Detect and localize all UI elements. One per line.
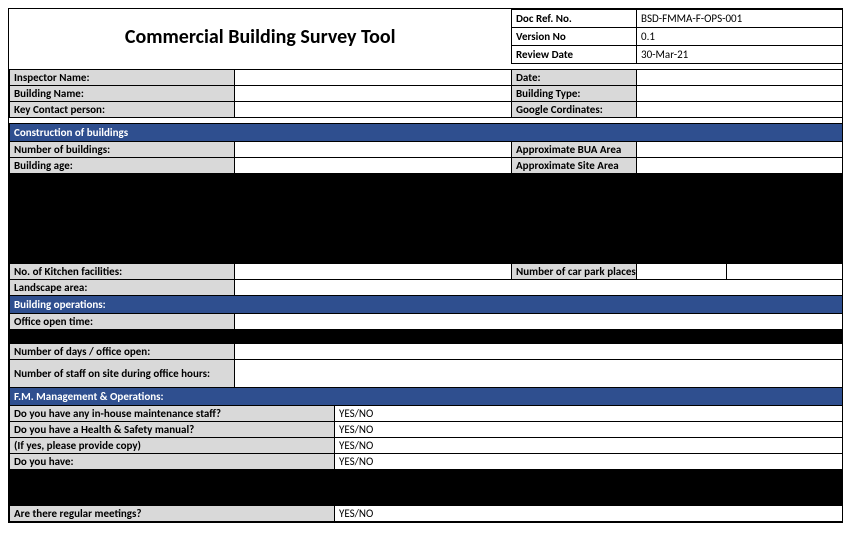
site-area-field[interactable] [637, 158, 843, 174]
inspector-name-field[interactable] [235, 70, 512, 86]
num-buildings-label: Number of buildings: [10, 142, 235, 158]
staff-count-field[interactable] [235, 360, 843, 388]
doc-ref-label: Doc Ref. No. [512, 10, 637, 28]
date-field[interactable] [637, 70, 843, 86]
bua-area-label: Approximate BUA Area [512, 142, 637, 158]
building-name-label: Building Name: [10, 86, 235, 102]
fm-q3-field[interactable]: YES/NO [335, 438, 843, 454]
days-open-field[interactable] [235, 344, 843, 360]
kitchen-label: No. of Kitchen facilities: [10, 264, 235, 280]
num-buildings-field[interactable] [235, 142, 512, 158]
black-block [10, 470, 843, 506]
fm-q1-field[interactable]: YES/NO [335, 406, 843, 422]
section-operations: Building operations: [10, 296, 843, 314]
carpark-field[interactable] [637, 264, 727, 280]
inspector-name-label: Inspector Name: [10, 70, 235, 86]
survey-form: Commercial Building Survey Tool Doc Ref.… [8, 8, 843, 523]
site-area-label: Approximate Site Area [512, 158, 637, 174]
version-label: Version No [512, 28, 637, 46]
landscape-label: Landscape area: [10, 280, 235, 296]
fm-q2-field[interactable]: YES/NO [335, 422, 843, 438]
open-time-label: Office open time: [10, 314, 235, 330]
section-construction: Construction of buildings [10, 124, 843, 142]
staff-count-label: Number of staff on site during office ho… [10, 360, 235, 388]
fm-q5-label: Are there regular meetings? [10, 506, 335, 522]
building-type-label: Building Type: [512, 86, 637, 102]
days-open-label: Number of days / office open: [10, 344, 235, 360]
black-block [10, 174, 843, 264]
fm-q2-label: Do you have a Health & Safety manual? [10, 422, 335, 438]
version-value: 0.1 [637, 28, 843, 46]
fm-q4-label: Do you have: [10, 454, 335, 470]
fm-q1-label: Do you have any in-house maintenance sta… [10, 406, 335, 422]
building-type-field[interactable] [637, 86, 843, 102]
doc-ref-value: BSD-FMMA-F-OPS-001 [637, 10, 843, 28]
open-time-field[interactable] [235, 314, 843, 330]
landscape-field[interactable] [235, 280, 843, 296]
key-contact-field[interactable] [235, 102, 512, 118]
review-date-value: 30-Mar-21 [637, 46, 843, 64]
building-age-field[interactable] [235, 158, 512, 174]
fm-q5-field[interactable]: YES/NO [335, 506, 843, 522]
kitchen-field[interactable] [235, 264, 512, 280]
building-age-label: Building age: [10, 158, 235, 174]
google-coords-label: Google Cordinates: [512, 102, 637, 118]
building-name-field[interactable] [235, 86, 512, 102]
key-contact-label: Key Contact person: [10, 102, 235, 118]
fm-q4-field[interactable]: YES/NO [335, 454, 843, 470]
page-title: Commercial Building Survey Tool [10, 10, 512, 64]
google-coords-field[interactable] [637, 102, 843, 118]
black-block [10, 330, 843, 344]
bua-area-field[interactable] [637, 142, 843, 158]
carpark-field-extra[interactable] [727, 264, 843, 280]
section-fm: F.M. Management & Operations: [10, 388, 843, 406]
fm-q3-label: (If yes, please provide copy) [10, 438, 335, 454]
carpark-label: Number of car park places: [512, 264, 637, 280]
review-date-label: Review Date [512, 46, 637, 64]
date-label: Date: [512, 70, 637, 86]
